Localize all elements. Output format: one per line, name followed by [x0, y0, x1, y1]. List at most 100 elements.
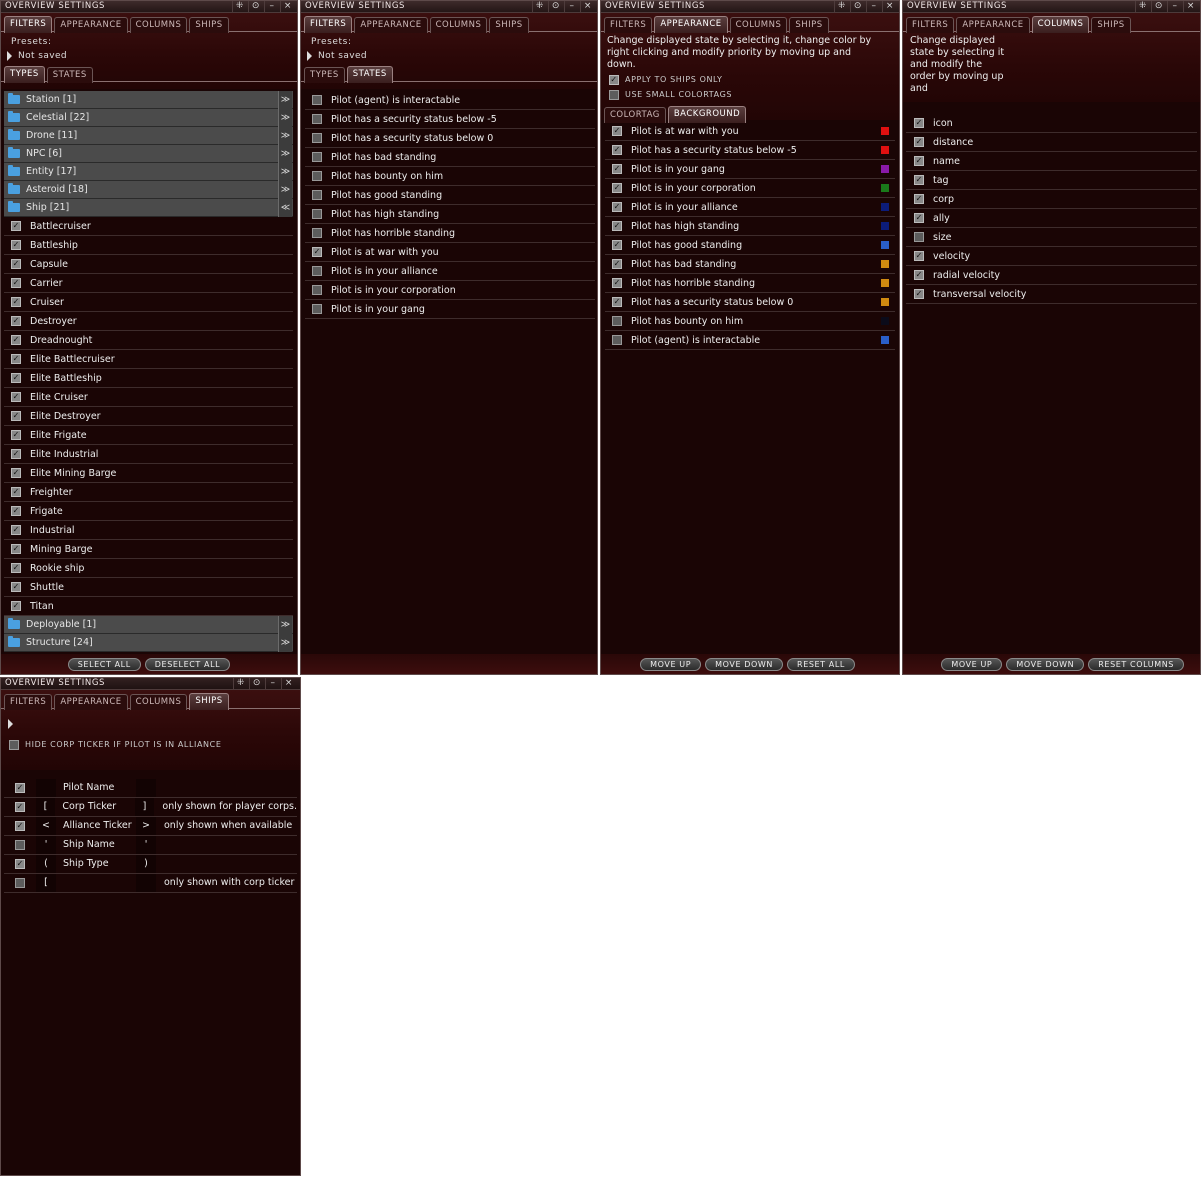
appearance-state-row[interactable]: ✓ Pilot has high standing [605, 217, 895, 236]
color-swatch[interactable] [881, 260, 889, 268]
appearance-state-row[interactable]: ✓ Pilot has horrible standing [605, 274, 895, 293]
suffix-cell[interactable] [136, 874, 156, 892]
state-checkbox[interactable] [312, 266, 322, 276]
state-row[interactable]: Pilot has bounty on him [305, 167, 595, 186]
minimize-to-corner-icon[interactable]: ⊙ [548, 1, 563, 12]
ship-type-row[interactable]: ✓ Industrial [4, 521, 293, 540]
expand-collapse-icon[interactable]: ≪ [278, 199, 292, 217]
pin-icon[interactable]: ⁜ [233, 678, 248, 689]
column-row[interactable]: ✓ distance [906, 133, 1197, 152]
appearance-checkbox[interactable]: ✓ [612, 221, 622, 231]
state-checkbox[interactable] [312, 190, 322, 200]
state-checkbox[interactable] [312, 285, 322, 295]
ship-type-checkbox[interactable]: ✓ [11, 525, 21, 535]
tab-ships[interactable]: SHIPS [189, 693, 229, 710]
state-row[interactable]: ✓ Pilot is at war with you [305, 243, 595, 262]
appearance-state-row[interactable]: ✓ Pilot is at war with you [605, 122, 895, 141]
tab-filters[interactable]: FILTERS [304, 16, 353, 33]
prefix-cell[interactable]: < [36, 817, 56, 835]
ship-type-row[interactable]: ✓ Battleship [4, 236, 293, 255]
preset-selector[interactable]: Not saved [301, 47, 597, 61]
type-group-row[interactable]: Drone [11] ≫ [4, 127, 293, 145]
ship-type-row[interactable]: ✓ Titan [4, 597, 293, 616]
appearance-checkbox[interactable]: ✓ [612, 278, 622, 288]
appearance-state-row[interactable]: ✓ Pilot is in your corporation [605, 179, 895, 198]
tab-appearance[interactable]: APPEARANCE [354, 17, 428, 33]
column-row[interactable]: size [906, 228, 1197, 247]
tab-ships[interactable]: SHIPS [489, 17, 529, 33]
ship-type-row[interactable]: ✓ Capsule [4, 255, 293, 274]
ship-type-checkbox[interactable]: ✓ [11, 582, 21, 592]
tab-columns[interactable]: COLUMNS [729, 17, 788, 33]
close-icon[interactable]: × [1183, 1, 1198, 12]
color-swatch[interactable] [881, 317, 889, 325]
ship-label-checkbox[interactable] [15, 878, 25, 888]
tab-ships[interactable]: SHIPS [789, 17, 829, 33]
column-checkbox[interactable]: ✓ [914, 156, 924, 166]
apply-ships-only-option[interactable]: ✓ APPLY TO SHIPS ONLY [601, 71, 899, 86]
column-row[interactable]: ✓ velocity [906, 247, 1197, 266]
close-icon[interactable]: × [280, 1, 295, 12]
ship-type-row[interactable]: ✓ Elite Frigate [4, 426, 293, 445]
select-all-button[interactable]: SELECT ALL [67, 657, 141, 671]
state-checkbox[interactable] [312, 152, 322, 162]
ship-type-checkbox[interactable]: ✓ [11, 373, 21, 383]
ship-type-checkbox[interactable]: ✓ [11, 354, 21, 364]
prefix-cell[interactable]: ' [36, 836, 56, 854]
subtab-states[interactable]: STATES [46, 67, 93, 83]
subtab-states[interactable]: STATES [346, 66, 393, 83]
ship-type-checkbox[interactable]: ✓ [11, 278, 21, 288]
color-swatch[interactable] [881, 165, 889, 173]
ship-type-row[interactable]: ✓ Destroyer [4, 312, 293, 331]
pin-icon[interactable]: ⁜ [1135, 1, 1150, 12]
column-checkbox[interactable]: ✓ [914, 213, 924, 223]
window-titlebar[interactable]: OVERVIEW SETTINGS ⁜ ⊙ – × [1, 678, 300, 690]
column-checkbox[interactable]: ✓ [914, 270, 924, 280]
appearance-state-row[interactable]: ✓ Pilot has good standing [605, 236, 895, 255]
column-row[interactable]: ✓ ally [906, 209, 1197, 228]
minimize-icon[interactable]: – [866, 1, 881, 12]
tab-ships[interactable]: SHIPS [189, 17, 229, 33]
column-row[interactable]: ✓ tag [906, 171, 1197, 190]
appearance-checkbox[interactable] [612, 316, 622, 326]
tab-ships[interactable]: SHIPS [1091, 17, 1131, 33]
minimize-to-corner-icon[interactable]: ⊙ [248, 1, 263, 12]
ship-type-row[interactable]: ✓ Carrier [4, 274, 293, 293]
ship-type-row[interactable]: ✓ Battlecruiser [4, 217, 293, 236]
state-checkbox[interactable]: ✓ [312, 247, 322, 257]
suffix-cell[interactable]: ] [134, 798, 155, 816]
close-icon[interactable]: × [580, 1, 595, 12]
state-row[interactable]: Pilot has bad standing [305, 148, 595, 167]
ship-type-checkbox[interactable]: ✓ [11, 430, 21, 440]
close-icon[interactable]: × [281, 678, 296, 689]
window-titlebar[interactable]: OVERVIEW SETTINGS ⁜ ⊙ – × [601, 1, 899, 13]
ship-type-checkbox[interactable]: ✓ [11, 449, 21, 459]
subtab-colortag[interactable]: COLORTAG [604, 107, 666, 123]
appearance-checkbox[interactable]: ✓ [612, 183, 622, 193]
tab-appearance[interactable]: APPEARANCE [54, 17, 128, 33]
tab-filters[interactable]: FILTERS [906, 17, 955, 33]
appearance-state-row[interactable]: ✓ Pilot has a security status below 0 [605, 293, 895, 312]
ship-type-row[interactable]: ✓ Cruiser [4, 293, 293, 312]
expand-collapse-icon[interactable]: ≫ [278, 127, 292, 145]
suffix-cell[interactable]: ' [136, 836, 156, 854]
column-checkbox[interactable]: ✓ [914, 137, 924, 147]
state-checkbox[interactable] [312, 209, 322, 219]
color-swatch[interactable] [881, 241, 889, 249]
ship-type-row[interactable]: ✓ Elite Battleship [4, 369, 293, 388]
tab-filters[interactable]: FILTERS [4, 16, 53, 33]
appearance-state-row[interactable]: ✓ Pilot has a security status below -5 [605, 141, 895, 160]
minimize-icon[interactable]: – [564, 1, 579, 12]
ship-type-row[interactable]: ✓ Frigate [4, 502, 293, 521]
ship-label-row[interactable]: ✓ [Corp Ticker] only shown for player corp… [4, 798, 297, 817]
state-checkbox[interactable] [312, 114, 322, 124]
state-row[interactable]: Pilot has horrible standing [305, 224, 595, 243]
color-swatch[interactable] [881, 203, 889, 211]
state-checkbox[interactable] [312, 228, 322, 238]
column-checkbox[interactable]: ✓ [914, 251, 924, 261]
column-row[interactable]: ✓ radial velocity [906, 266, 1197, 285]
tab-columns[interactable]: COLUMNS [129, 694, 188, 710]
ship-label-checkbox[interactable]: ✓ [15, 859, 25, 869]
state-checkbox[interactable] [312, 304, 322, 314]
type-group-row[interactable]: Deployable [1] ≫ [4, 616, 293, 634]
